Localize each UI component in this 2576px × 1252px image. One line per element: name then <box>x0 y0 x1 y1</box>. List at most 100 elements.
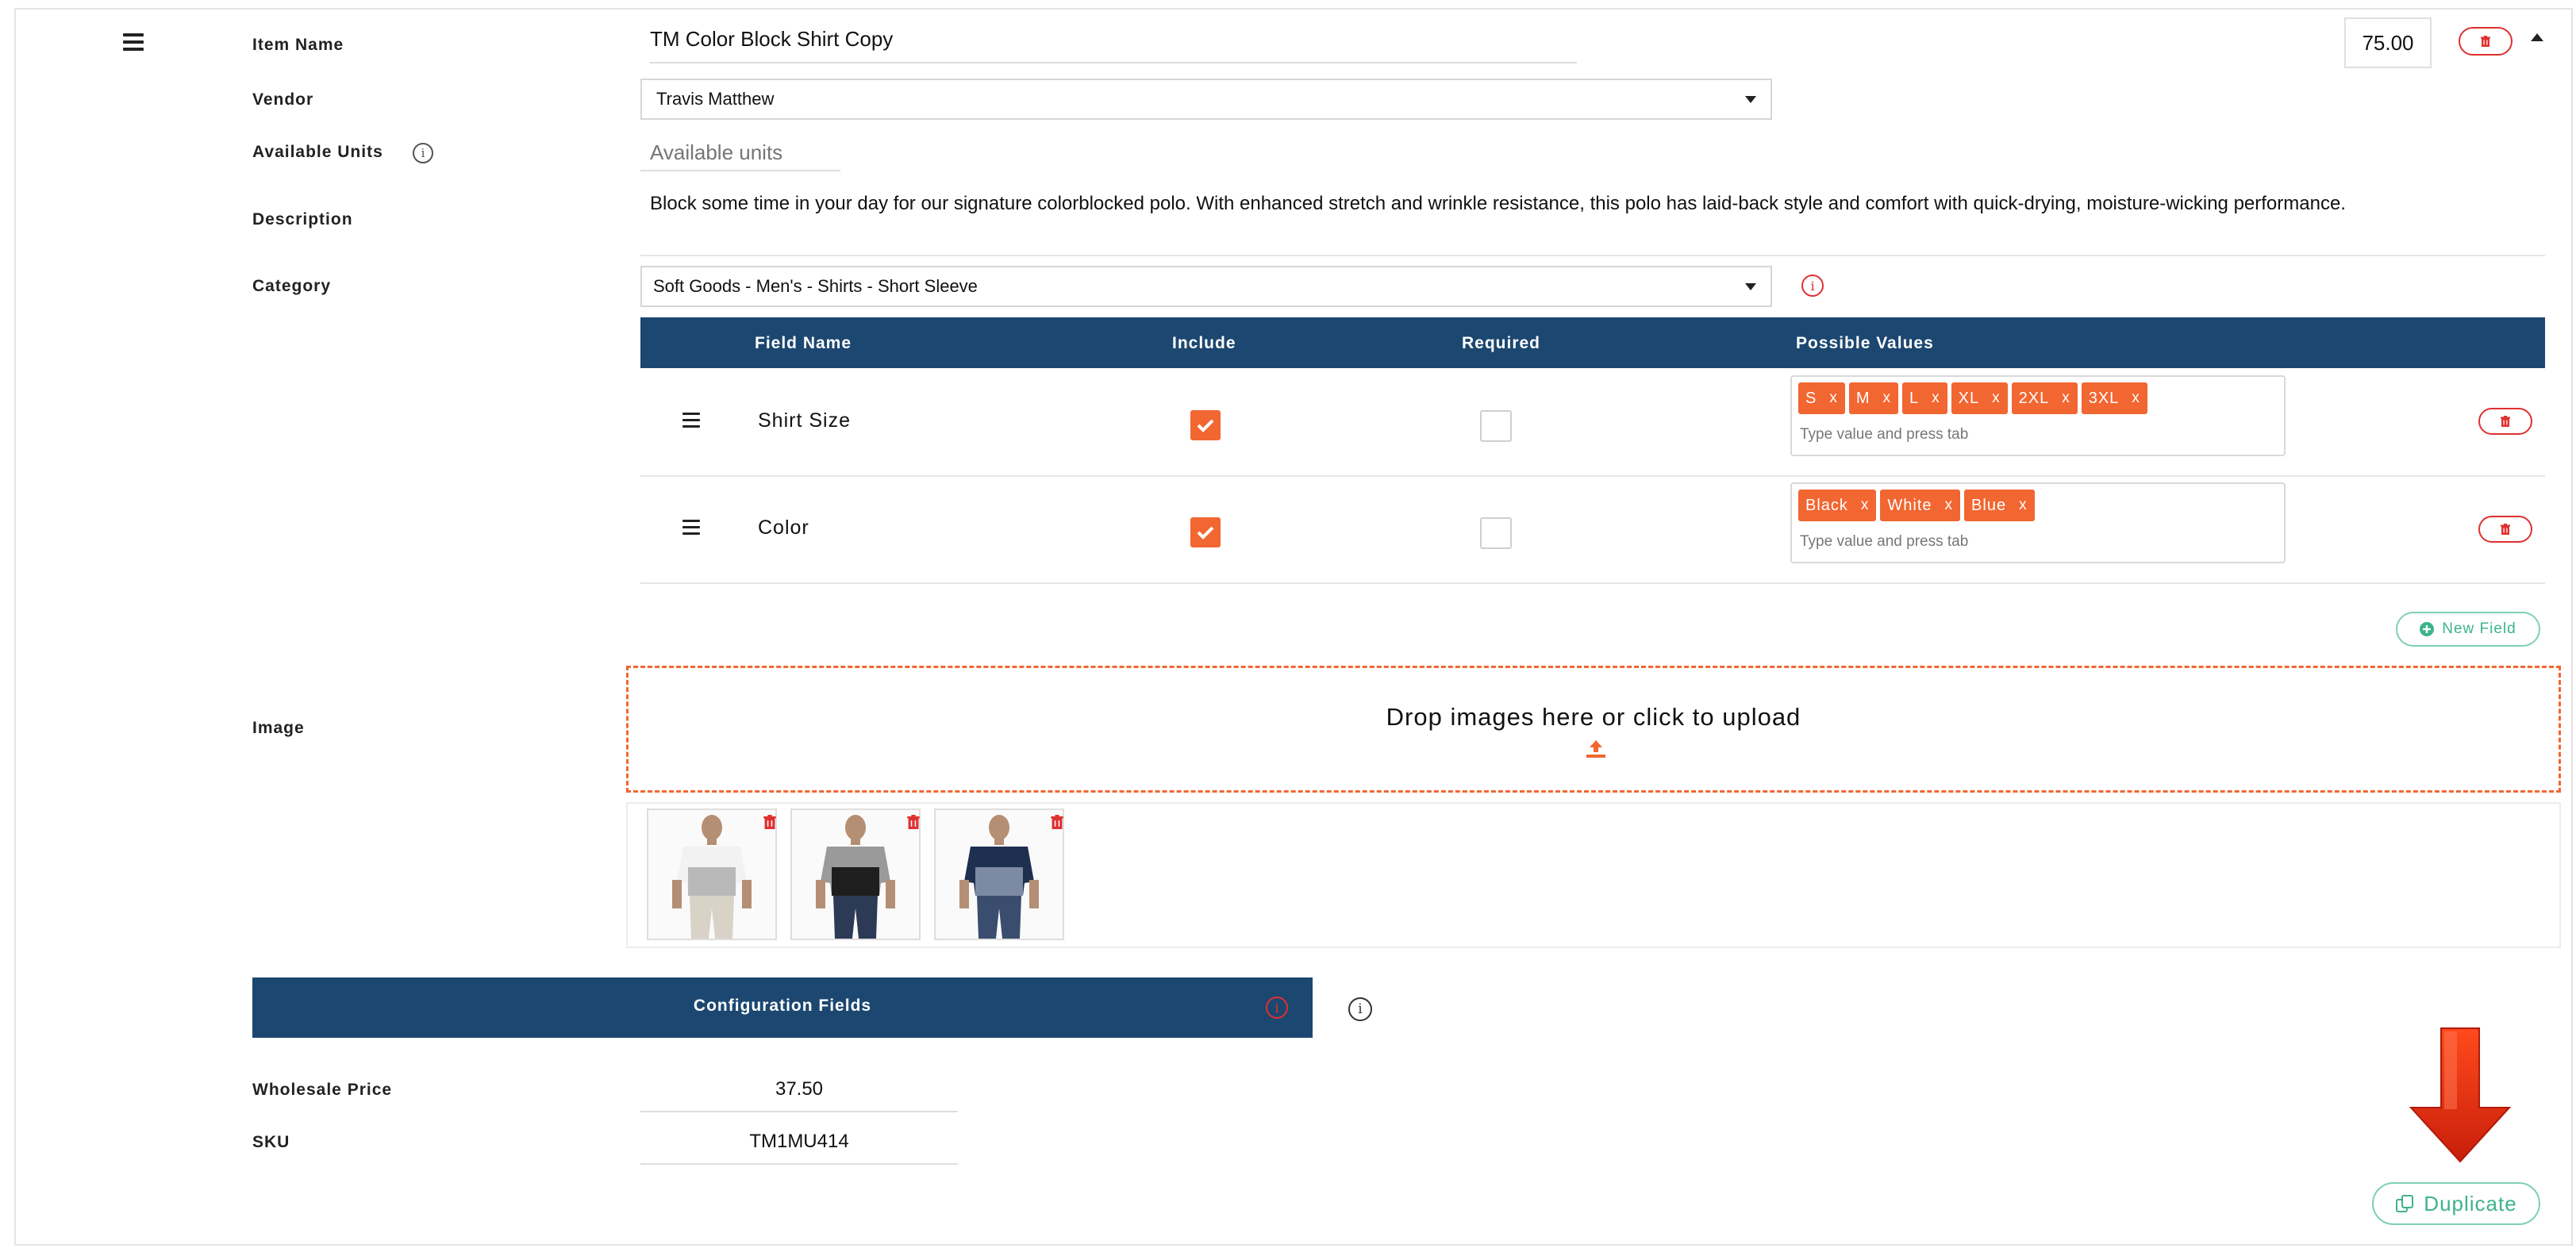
configuration-fields-bar[interactable]: Configuration Fields i <box>252 977 1313 1038</box>
value-tag-label: S <box>1805 389 1817 407</box>
remove-tag-icon[interactable]: x <box>2019 497 2028 514</box>
row-drag-handle-icon[interactable] <box>682 413 700 432</box>
wholesale-price-value: 37.50 <box>775 1078 824 1100</box>
value-tag-label: White <box>1887 496 1932 514</box>
value-tag-label: L <box>1909 389 1920 407</box>
duplicate-button[interactable]: Duplicate <box>2372 1182 2540 1225</box>
required-checkbox[interactable] <box>1480 410 1512 442</box>
description-divider <box>640 255 2545 256</box>
include-checkbox[interactable] <box>1190 517 1221 547</box>
item-name-label: Item Name <box>252 36 344 54</box>
value-tag-label: Black <box>1805 496 1848 514</box>
value-tag: 3XL x <box>2081 382 2147 414</box>
remove-tag-icon[interactable]: x <box>2132 390 2140 407</box>
possible-values-header: Possible Values <box>1796 334 1934 352</box>
drag-handle-icon[interactable] <box>123 33 144 55</box>
sku-label: SKU <box>252 1133 290 1151</box>
image-thumbnail[interactable] <box>790 808 921 940</box>
trash-icon <box>2501 524 2510 535</box>
info-icon[interactable]: i <box>1348 997 1372 1021</box>
possible-values-input[interactable]: Black x White x Blue x Type value and press… <box>1790 482 2286 563</box>
image-thumbnails <box>626 802 2561 948</box>
remove-tag-icon[interactable]: x <box>1829 390 1838 407</box>
delete-field-button[interactable] <box>2478 516 2532 543</box>
delete-item-button[interactable] <box>2459 27 2513 56</box>
vendor-select[interactable]: Travis Matthew <box>640 79 1772 120</box>
shirt-photo <box>936 810 1063 939</box>
row-divider <box>640 582 2545 584</box>
dropzone-text: Drop images here or click to upload <box>1386 703 1801 731</box>
row-drag-handle-icon[interactable] <box>682 520 700 539</box>
trash-icon[interactable] <box>763 815 777 829</box>
available-units-label: Available Units <box>252 143 383 161</box>
values-placeholder: Type value and press tab <box>1800 533 1969 550</box>
required-header: Required <box>1462 334 1541 352</box>
price-value: 75.00 <box>2362 30 2414 55</box>
duplicate-label: Duplicate <box>2424 1191 2517 1216</box>
delete-field-button[interactable] <box>2478 408 2532 435</box>
category-label: Category <box>252 277 332 295</box>
vendor-label: Vendor <box>252 90 314 109</box>
table-row: Color Black x White x Blue x Type value and… <box>640 476 2545 582</box>
plus-circle-icon <box>2420 622 2435 636</box>
sku-value: TM1MU414 <box>749 1131 849 1152</box>
config-warning-icon[interactable]: i <box>1266 997 1288 1019</box>
remove-tag-icon[interactable]: x <box>1861 497 1870 514</box>
image-thumbnail[interactable] <box>934 808 1064 940</box>
category-warning-icon[interactable]: i <box>1801 275 1824 297</box>
check-icon <box>1197 526 1214 540</box>
value-tag: XL x <box>1951 382 2008 414</box>
include-checkbox[interactable] <box>1190 410 1221 440</box>
price-input[interactable]: 75.00 <box>2344 17 2432 68</box>
possible-values-input[interactable]: Sx Mx Lx XL x 2XL x 3XL x Type value and pr… <box>1790 375 2286 456</box>
value-tag: Black x <box>1798 490 1877 521</box>
image-thumbnail[interactable] <box>647 808 777 940</box>
description-text[interactable]: Block some time in your day for our sign… <box>650 190 2547 217</box>
wholesale-price-label: Wholesale Price <box>252 1081 393 1099</box>
caret-up-icon[interactable] <box>2531 33 2543 41</box>
value-tag: White x <box>1880 490 1961 521</box>
shirt-photo <box>648 810 775 939</box>
item-name-input[interactable]: TM Color Block Shirt Copy <box>650 27 1577 63</box>
info-icon[interactable]: i <box>413 143 433 163</box>
shirt-photo <box>792 810 919 939</box>
values-placeholder: Type value and press tab <box>1800 426 1969 443</box>
chevron-down-icon <box>1745 96 1756 103</box>
value-tag-label: Blue <box>1971 496 2007 514</box>
remove-tag-icon[interactable]: x <box>1992 390 2001 407</box>
check-icon <box>1197 419 1214 432</box>
value-tag: 2XL x <box>2011 382 2078 414</box>
remove-tag-icon[interactable]: x <box>1945 497 1954 514</box>
category-selected: Soft Goods - Men's - Shirts - Short Slee… <box>653 276 978 296</box>
category-select[interactable]: Soft Goods - Men's - Shirts - Short Slee… <box>640 266 1772 307</box>
remove-tag-icon[interactable]: x <box>2062 390 2070 407</box>
new-field-label: New Field <box>2442 620 2516 637</box>
wholesale-price-input[interactable]: 37.50 <box>640 1068 958 1112</box>
arrow-down-icon <box>2409 1027 2512 1163</box>
sku-input[interactable]: TM1MU414 <box>640 1120 958 1165</box>
value-tag: Sx <box>1798 382 1845 414</box>
new-field-button[interactable]: New Field <box>2396 612 2540 647</box>
include-header: Include <box>1172 334 1236 352</box>
trash-icon[interactable] <box>906 815 921 829</box>
value-tag: Mx <box>1848 382 1899 414</box>
remove-tag-icon[interactable]: x <box>1932 390 1940 407</box>
image-dropzone[interactable]: Drop images here or click to upload <box>626 666 2561 793</box>
upload-icon <box>1586 740 1605 758</box>
remove-tag-icon[interactable]: x <box>1883 390 1892 407</box>
available-units-input[interactable] <box>640 135 840 171</box>
configuration-fields-title: Configuration Fields <box>693 997 872 1015</box>
field-name: Color <box>758 517 809 539</box>
value-tag-label: XL <box>1958 389 1980 407</box>
value-tag: Lx <box>1902 382 1947 414</box>
description-label: Description <box>252 210 353 229</box>
copy-icon <box>2396 1195 2414 1212</box>
required-checkbox[interactable] <box>1480 517 1512 549</box>
field-name-header: Field Name <box>755 334 852 352</box>
table-row: Shirt Size Sx Mx Lx XL x 2XL x 3XL x Type v… <box>640 368 2545 476</box>
value-tag: Blue x <box>1964 490 2035 521</box>
chevron-down-icon <box>1745 283 1756 290</box>
trash-icon[interactable] <box>1050 815 1064 829</box>
vendor-selected: Travis Matthew <box>656 89 775 109</box>
trash-icon <box>2481 36 2490 47</box>
